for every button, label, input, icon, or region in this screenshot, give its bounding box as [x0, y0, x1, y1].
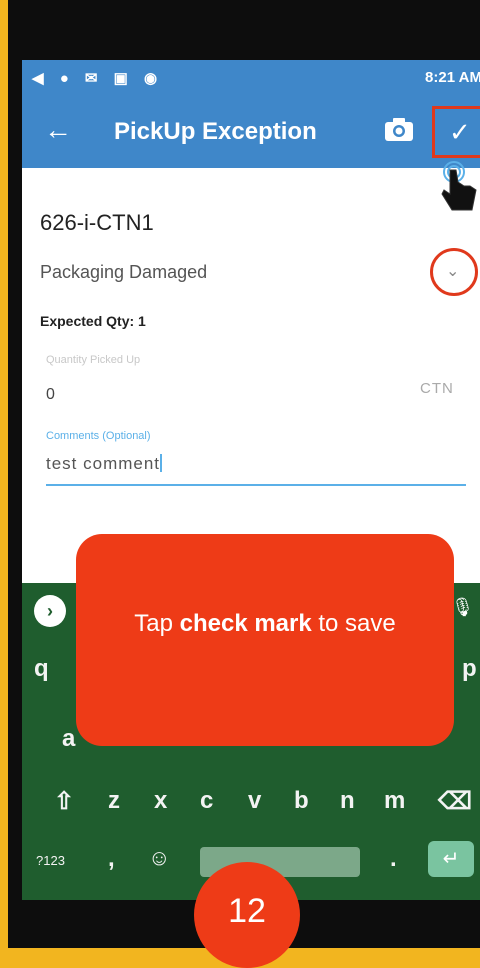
backspace-icon[interactable]: ⌫	[438, 787, 472, 816]
exception-form: 626-i-CTN1 Packaging Damaged ⌄ Expected …	[22, 168, 480, 583]
save-check-button[interactable]: ✓	[432, 106, 480, 158]
app-bar: ← PickUp Exception ✓	[22, 96, 480, 168]
expected-quantity: Expected Qty: 1	[40, 313, 146, 329]
notification-icons: ◀ ● ✉ ▣ ◉	[32, 70, 164, 87]
instruction-text: Tap check mark to save	[76, 608, 454, 640]
step-badge: 12	[194, 862, 300, 968]
text-cursor	[160, 454, 163, 472]
phone-screen: ◀ ● ✉ ▣ ◉ 8:21 AM ← PickUp Exception ✓ 6…	[22, 60, 480, 900]
key-a[interactable]: a	[62, 725, 75, 753]
camera-icon[interactable]	[384, 118, 414, 142]
key-m[interactable]: m	[384, 787, 405, 815]
key-n[interactable]: n	[340, 787, 355, 815]
unit-label: CTN	[420, 380, 454, 397]
dropdown-highlight[interactable]: ⌄	[430, 248, 478, 296]
keyboard-expand-button[interactable]: ›	[34, 595, 66, 627]
comments-underline	[46, 484, 466, 486]
key-p[interactable]: p	[462, 655, 477, 683]
reason-dropdown[interactable]: Packaging Damaged	[40, 262, 207, 283]
microphone-icon[interactable]: 🎙	[451, 597, 474, 618]
key-comma[interactable]: ,	[108, 845, 115, 873]
comments-label: Comments (Optional)	[46, 430, 151, 442]
instruction-callout: Tap check mark to save	[76, 534, 454, 746]
device-frame: ◀ ● ✉ ▣ ◉ 8:21 AM ← PickUp Exception ✓ 6…	[8, 0, 480, 948]
item-id: 626-i-CTN1	[40, 210, 154, 235]
emoji-icon[interactable]: ☺	[148, 845, 170, 871]
step-number: 12	[228, 892, 266, 930]
key-v[interactable]: v	[248, 787, 261, 815]
check-mark-icon: ✓	[449, 117, 471, 147]
instruction-text-start: Tap	[134, 610, 180, 637]
enter-icon[interactable]: ↵	[428, 841, 474, 877]
back-arrow-icon[interactable]: ←	[44, 116, 72, 144]
key-b[interactable]: b	[294, 787, 309, 815]
key-c[interactable]: c	[200, 787, 213, 815]
instruction-text-bold: check mark	[179, 610, 312, 637]
quantity-input[interactable]: 0	[46, 386, 55, 404]
symbols-key[interactable]: ?123	[36, 853, 65, 868]
chevron-down-icon: ⌄	[446, 263, 460, 280]
key-x[interactable]: x	[154, 787, 167, 815]
quantity-label: Quantity Picked Up	[46, 354, 141, 366]
instruction-text-end: to save	[311, 610, 396, 637]
key-period[interactable]: .	[390, 845, 397, 873]
comments-text: test comment	[46, 454, 161, 473]
page-title: PickUp Exception	[114, 118, 317, 145]
status-bar: ◀ ● ✉ ▣ ◉ 8:21 AM	[22, 60, 480, 96]
key-z[interactable]: z	[108, 787, 120, 815]
key-q[interactable]: q	[34, 655, 49, 683]
shift-icon[interactable]: ⇧	[54, 787, 74, 816]
comments-input[interactable]: test comment	[46, 454, 163, 474]
status-time: 8:21 AM	[425, 69, 480, 86]
tap-hand-icon	[441, 161, 477, 211]
